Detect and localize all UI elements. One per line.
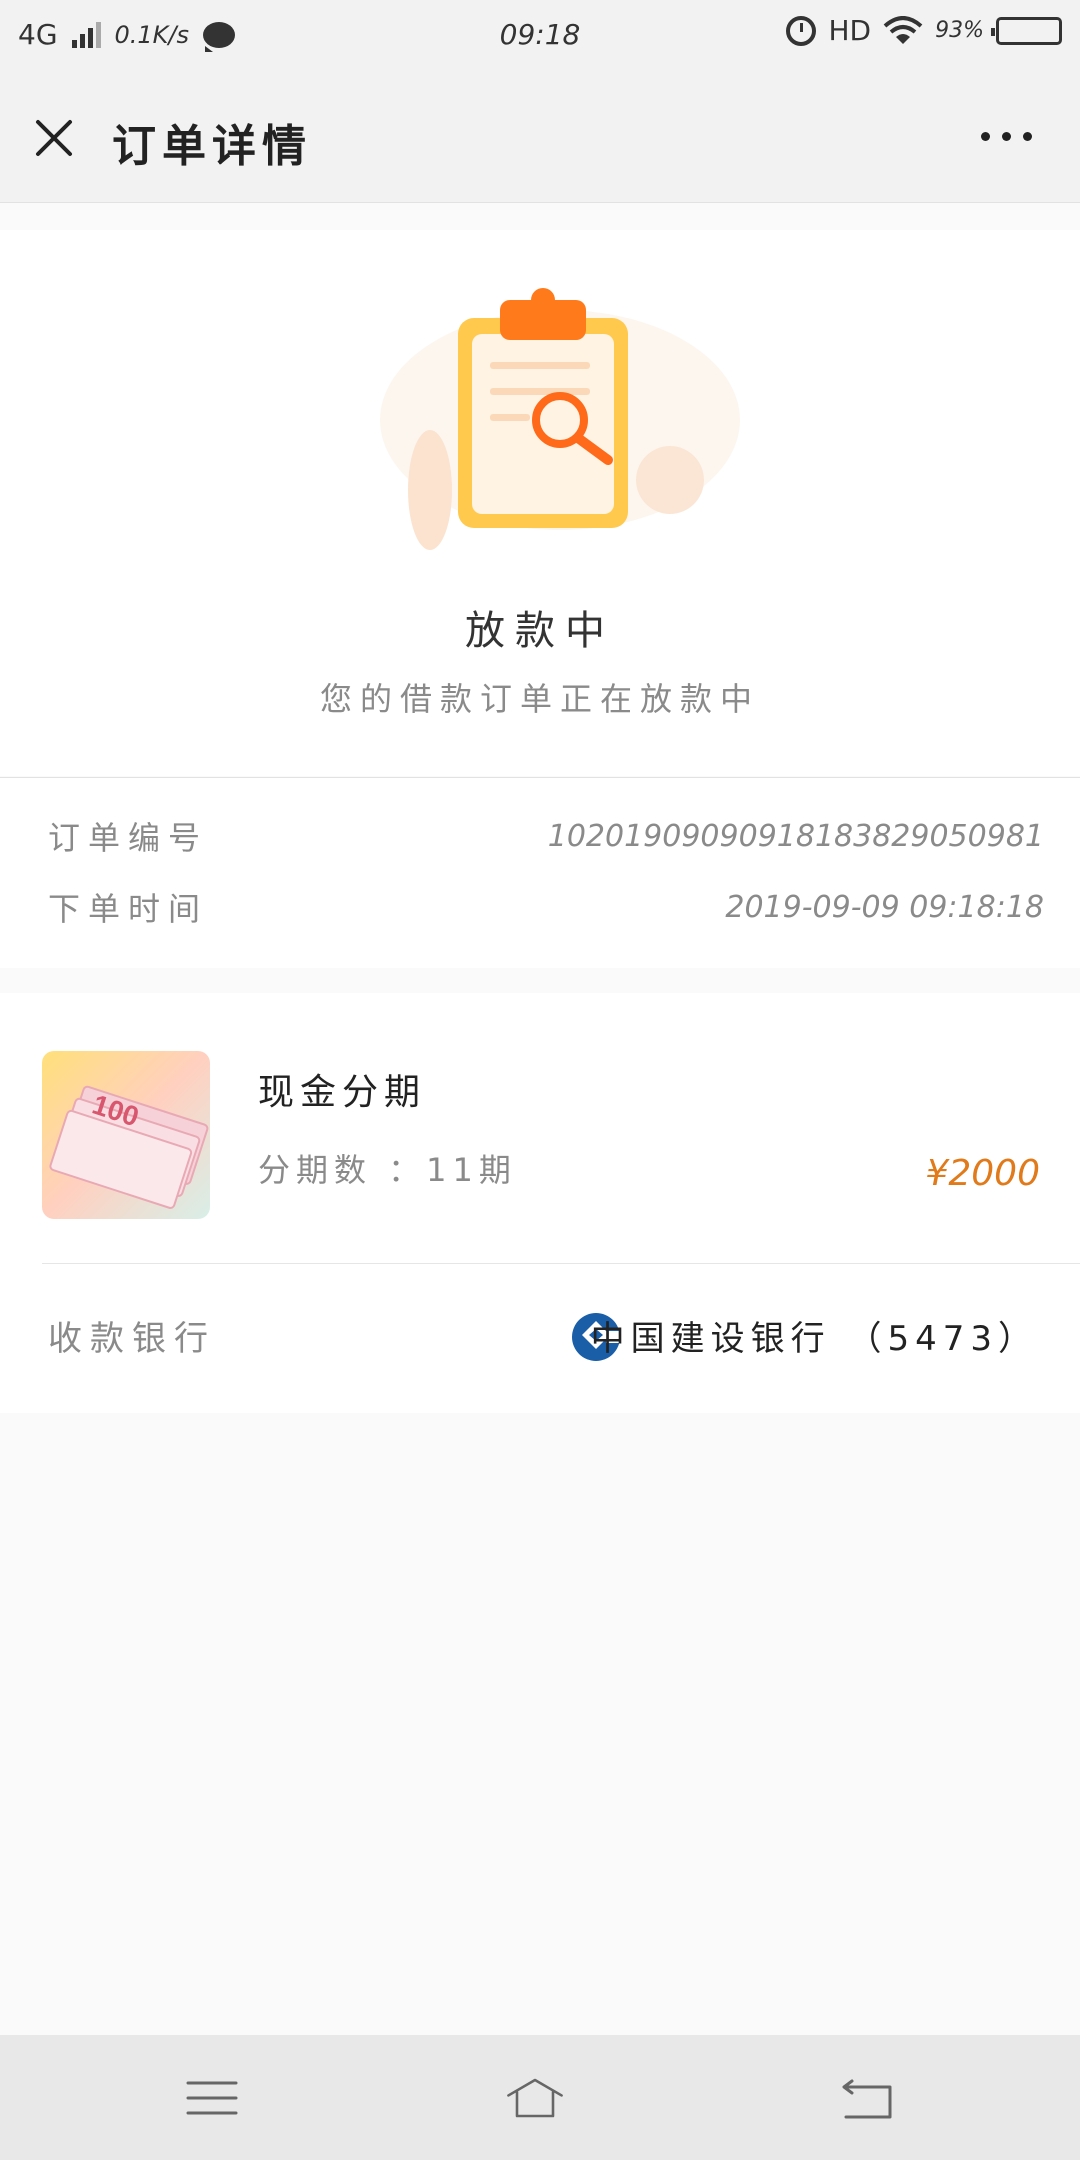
- product-name: 现金分期: [258, 1072, 427, 1113]
- status-bar: 4G 0.1K/s 09:18 HD 93%: [0, 0, 1080, 72]
- back-icon[interactable]: [838, 2073, 898, 2123]
- bank-label: 收款银行: [48, 1319, 216, 1359]
- menu-icon[interactable]: [182, 2073, 242, 2123]
- order-time-value: 2019-09-09 09:18:18: [725, 889, 1044, 925]
- close-icon[interactable]: [34, 118, 74, 158]
- order-time-row: 下单时间 2019-09-09 09:18:18: [48, 877, 1044, 937]
- bank-name: 中国建设银行 （5473）: [590, 1319, 1038, 1359]
- wifi-icon: [883, 15, 923, 44]
- order-number-row: 订单编号 10201909090918183829050981: [48, 806, 1044, 866]
- product-card: 100 现金分期 分期数 ：11期 ¥2000 收款银行 中国建设银行 （547…: [0, 993, 1080, 1413]
- page-title: 订单详情: [112, 121, 312, 172]
- installment-count: 分期数 ：11期: [258, 1151, 517, 1189]
- cash-thumbnail: 100: [42, 1051, 210, 1219]
- order-info-section: 订单编号 10201909090918183829050981 下单时间 201…: [0, 777, 1080, 968]
- title-bar: 订单详情: [0, 72, 1080, 203]
- status-title: 放款中: [465, 608, 615, 654]
- order-number-value: 10201909090918183829050981: [547, 818, 1044, 854]
- navigation-bar: [0, 2035, 1080, 2160]
- hd-badge: HD: [828, 14, 872, 47]
- clipboard-search-illustration: [380, 288, 740, 550]
- status-card: 放款中 您的借款订单正在放款中: [0, 230, 1080, 776]
- divider: [42, 1263, 1080, 1264]
- status-right: HD 93%: [786, 14, 1062, 47]
- more-icon[interactable]: [981, 132, 1032, 141]
- home-icon[interactable]: [505, 2073, 565, 2123]
- alarm-icon: [786, 15, 817, 46]
- battery-icon: [991, 16, 1062, 45]
- order-number-label: 订单编号: [48, 819, 209, 857]
- loan-amount: ¥2000: [925, 1153, 1040, 1194]
- battery-percent: 93%: [935, 18, 984, 43]
- order-time-label: 下单时间: [48, 890, 209, 928]
- status-subtitle: 您的借款订单正在放款中: [319, 680, 760, 718]
